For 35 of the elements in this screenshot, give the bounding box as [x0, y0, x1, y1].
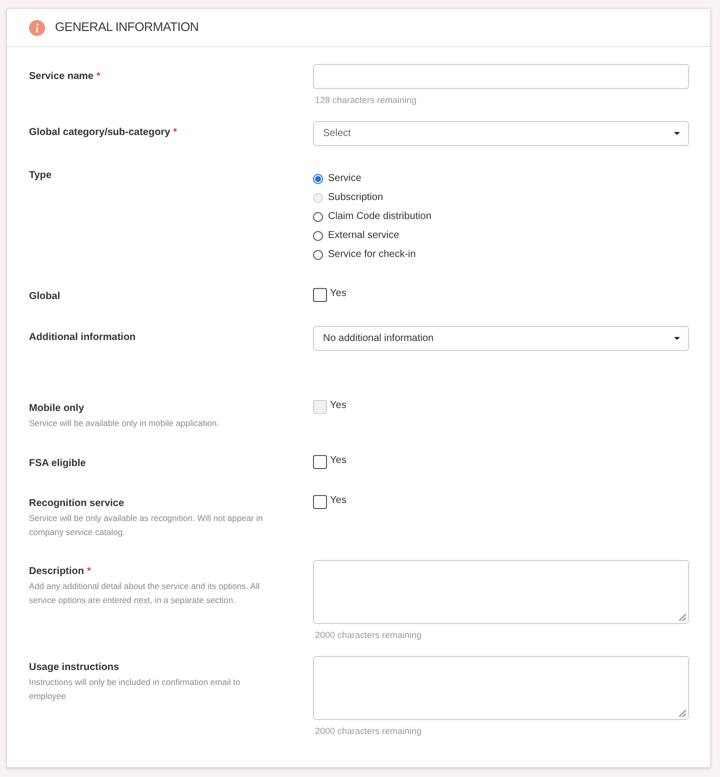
character-count: 128 characters remaining [315, 94, 417, 106]
field-label: Usage instructions [29, 661, 120, 675]
field-label: Global category/sub-category * [29, 126, 178, 140]
field-label: Mobile only [29, 402, 84, 416]
character-count: 2000 characters remaining [315, 629, 422, 641]
character-count: 2000 characters remaining [315, 725, 422, 737]
field-label: Description * [29, 565, 91, 579]
field-label: Type [29, 169, 52, 183]
checkbox-option[interactable]: Yes [313, 455, 346, 469]
field-label: Service name * [29, 70, 100, 84]
text-input-field[interactable] [313, 64, 689, 89]
field-description: Add any additional detail about the service and its options. All service options are entered next, in a separate section. [29, 580, 261, 607]
dropdown-field[interactable]: No additional information [313, 326, 689, 351]
field-label: FSA eligible [29, 457, 86, 471]
field-description: Instructions will only be included in confirmation email to employee [29, 676, 242, 703]
checkbox-option[interactable]: Yes [313, 495, 346, 509]
field-label: Global [29, 290, 60, 304]
field-label: Recognition service [29, 497, 124, 511]
radio-option[interactable]: External service [313, 226, 400, 245]
textarea-field[interactable] [313, 656, 689, 720]
resize-handle-icon[interactable] [679, 614, 686, 621]
checkbox-option[interactable]: Yes [313, 288, 346, 302]
radio-option[interactable]: Service for check-in [313, 245, 416, 264]
dropdown-field[interactable]: Select [313, 121, 689, 146]
radio-option[interactable]: Claim Code distribution [313, 207, 432, 226]
field-description: Service will be available only in mobile application. [29, 417, 219, 430]
field-description: Service will be only available as recognition. Will not appear in company service catalog. [29, 512, 264, 539]
resize-handle-icon[interactable] [679, 710, 686, 717]
radio-option[interactable]: Service [313, 169, 362, 188]
field-label: Additional information [29, 331, 136, 345]
info-icon [29, 20, 45, 36]
caret-down-icon [674, 132, 680, 135]
section-title: GENERAL INFORMATION [55, 19, 199, 36]
caret-down-icon [674, 337, 680, 340]
textarea-field[interactable] [313, 560, 689, 624]
